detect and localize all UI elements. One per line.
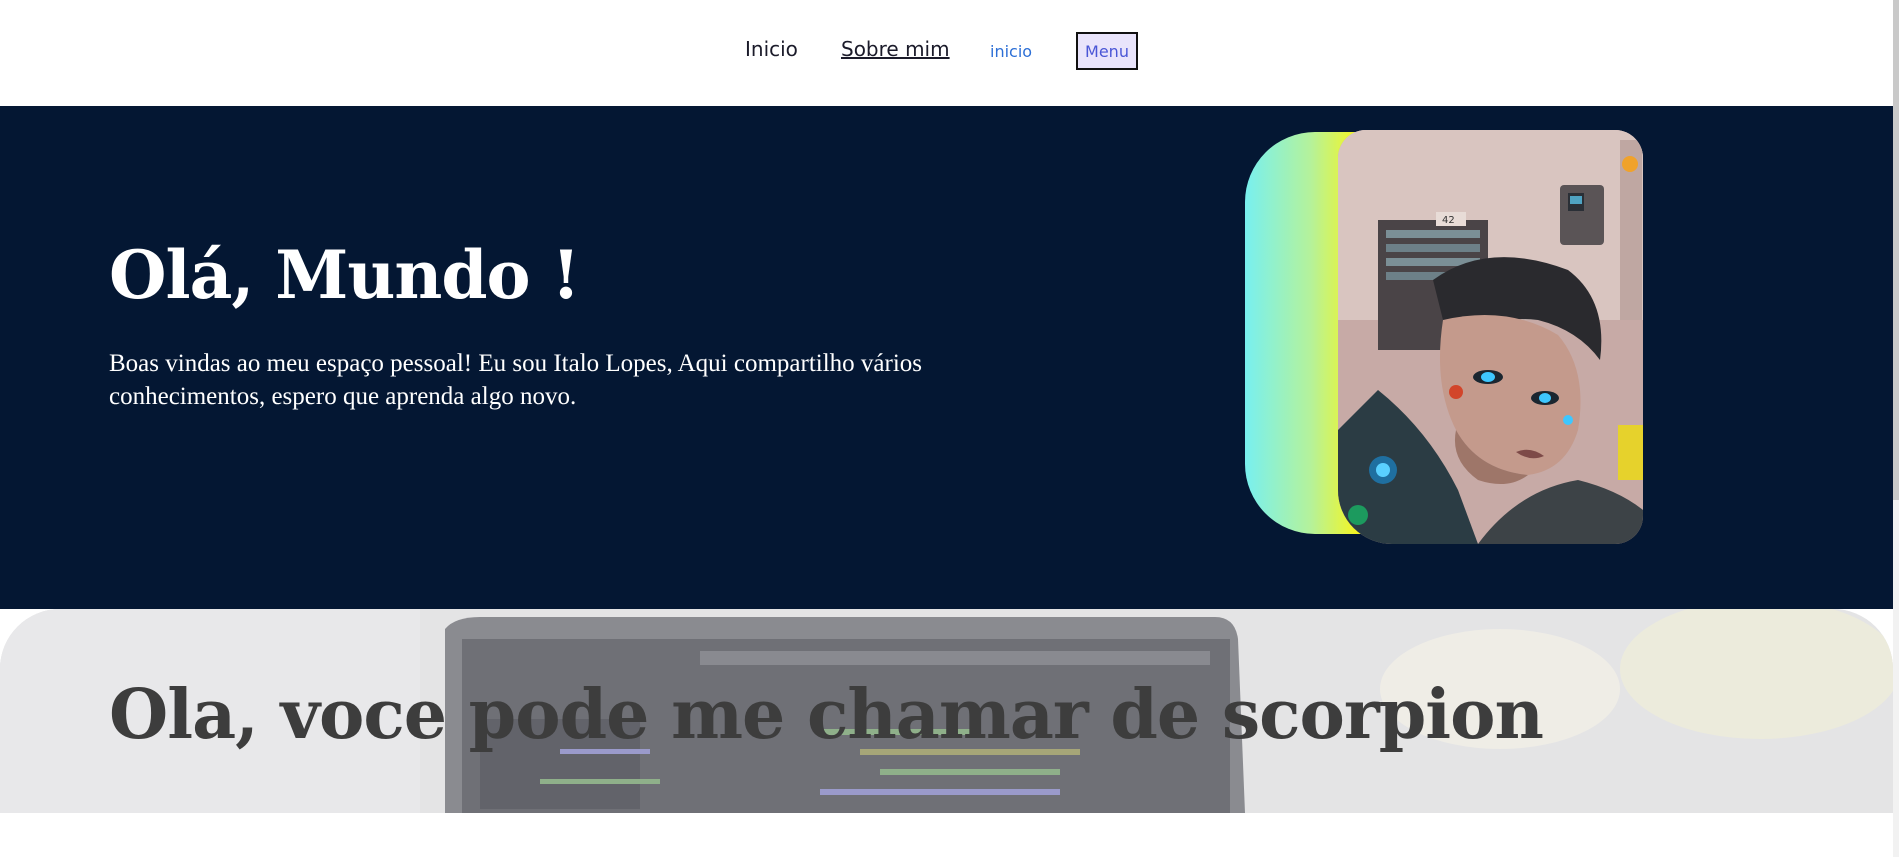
page-scrollbar-thumb[interactable] (1893, 0, 1899, 500)
page: Inicio Sobre mim inicio Menu Olá, Mundo … (0, 0, 1899, 857)
portrait-illustration: 42 (1338, 130, 1643, 544)
menu-button[interactable]: Menu (1076, 32, 1138, 70)
portrait-number-label: 42 (1442, 215, 1455, 226)
nav-link-sobre-mim[interactable]: Sobre mim (841, 37, 950, 61)
about-section: Ola, voce pode me chamar de scorpion (0, 609, 1893, 813)
about-title: Ola, voce pode me chamar de scorpion (109, 675, 1544, 755)
nav-link-inicio[interactable]: Inicio (745, 37, 798, 61)
hero-profile-art: 42 (1245, 130, 1643, 544)
hero-section: Olá, Mundo ! Boas vindas ao meu espaço p… (0, 106, 1893, 609)
profile-portrait-image: 42 (1338, 130, 1643, 544)
hero-title: Olá, Mundo ! (109, 236, 580, 314)
hero-description: Boas vindas ao meu espaço pessoal! Eu so… (109, 350, 923, 410)
top-navbar: Inicio Sobre mim inicio Menu (0, 0, 1893, 106)
nav-link-inicio-secondary[interactable]: inicio (990, 42, 1032, 61)
